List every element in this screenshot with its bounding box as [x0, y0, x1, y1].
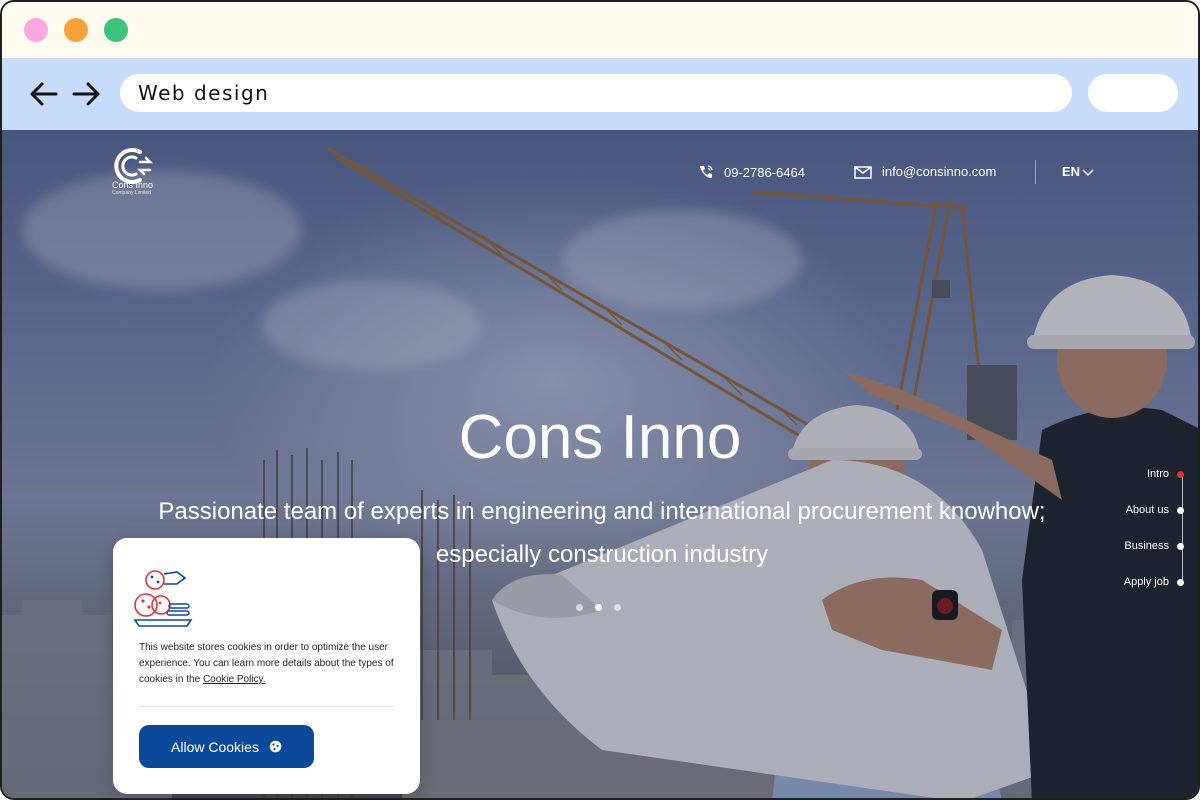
slider-pagination — [576, 604, 621, 611]
language-selector[interactable]: EN — [1062, 164, 1094, 179]
address-text: Web design — [138, 81, 270, 105]
hero-title: Cons Inno — [458, 403, 742, 472]
language-label: EN — [1062, 164, 1081, 179]
side-nav-dot — [1177, 542, 1184, 550]
minimize-window-button[interactable] — [64, 18, 88, 42]
phone-number: 09-2786-6464 — [724, 164, 805, 180]
cookie-message-text: This website stores cookies in order to … — [139, 642, 394, 685]
logo-name: Cons Inno — [112, 180, 154, 190]
email-address: info@consinno.com — [882, 164, 997, 179]
slider-dot[interactable] — [614, 604, 621, 611]
allow-cookies-button[interactable]: Allow Cookies — [139, 725, 314, 768]
side-nav-dot — [1177, 578, 1184, 586]
browser-toolbar: Web design — [2, 58, 1198, 130]
logo-subtitle: Company Limited — [112, 190, 151, 196]
phone-contact[interactable]: 09-2786-6464 — [698, 164, 805, 180]
close-window-button[interactable] — [24, 18, 48, 42]
slider-dot-active[interactable] — [595, 604, 602, 611]
side-nav-dot — [1177, 506, 1184, 514]
cookies-illustration-icon — [133, 570, 193, 627]
cookie-icon — [269, 740, 282, 753]
side-nav-label: About us — [1125, 504, 1169, 516]
side-nav-line — [1182, 475, 1183, 583]
side-nav-apply-job[interactable]: Apply job — [1124, 576, 1184, 588]
arrow-right-icon — [72, 82, 100, 106]
back-button[interactable] — [26, 76, 62, 112]
maximize-window-button[interactable] — [104, 18, 128, 42]
cookie-divider — [139, 706, 394, 707]
toolbar-action-button[interactable] — [1088, 74, 1178, 112]
phone-icon — [700, 165, 713, 178]
chevron-down-icon — [1082, 168, 1094, 176]
forward-button[interactable] — [68, 76, 104, 112]
cookie-notice: This website stores cookies in order to … — [113, 538, 420, 794]
email-contact[interactable]: info@consinno.com — [854, 164, 996, 179]
side-nav-dot — [1177, 470, 1184, 478]
side-nav-label: Apply job — [1123, 576, 1169, 588]
hero-section: Cons Inno Company Limited 09-2786-6464 i… — [2, 130, 1198, 798]
cookie-policy-link[interactable]: Cookie Policy. — [203, 674, 266, 685]
title-bar — [2, 2, 1198, 58]
slider-dot[interactable] — [576, 604, 583, 611]
side-nav-about-us[interactable]: About us — [1126, 504, 1184, 516]
allow-cookies-label: Allow Cookies — [171, 738, 259, 755]
side-nav-label: Business — [1124, 540, 1169, 552]
side-nav-business[interactable]: Business — [1124, 540, 1184, 552]
cookie-message: This website stores cookies in order to … — [139, 640, 401, 688]
mail-icon — [854, 165, 872, 179]
header-divider — [1035, 160, 1036, 184]
browser-window: Web design Cons Inno Company Limited 09-… — [0, 0, 1200, 800]
side-nav-label: Intro — [1146, 468, 1169, 480]
side-nav-intro[interactable]: Intro — [1147, 468, 1184, 480]
address-bar[interactable]: Web design — [120, 74, 1072, 112]
arrow-left-icon — [30, 82, 58, 106]
